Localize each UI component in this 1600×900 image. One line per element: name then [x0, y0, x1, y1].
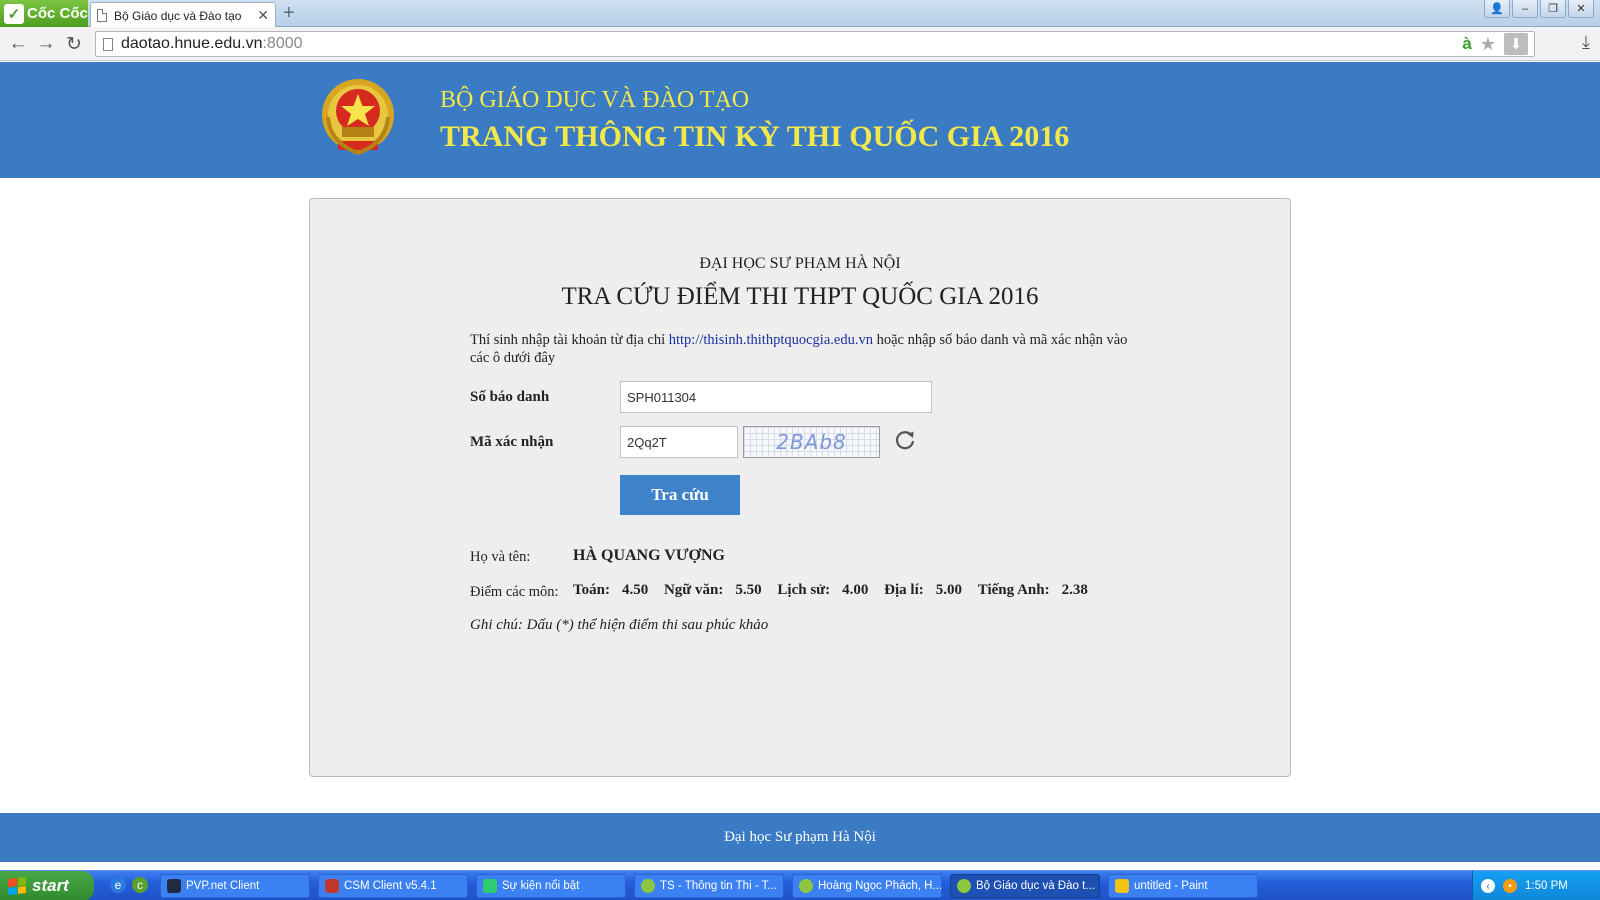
browser-brand-label: Cốc Cốc — [27, 5, 88, 22]
lookup-title: TRA CỨU ĐIỂM THI THPT QUỐC GIA 2016 — [561, 283, 1039, 310]
taskbar-item-label: Hoàng Ngọc Phách, H... — [818, 880, 942, 892]
close-window-icon[interactable]: ✕ — [1568, 0, 1594, 18]
system-tray: ‹ • 1:50 PM — [1472, 871, 1600, 900]
coccoc-window-icon — [641, 879, 655, 893]
page-info-icon — [103, 37, 113, 51]
start-label: start — [32, 876, 69, 895]
search-button[interactable]: Tra cứu — [620, 475, 740, 515]
captcha-image: 2BAb8 — [743, 426, 880, 458]
coccoc-quicklaunch-icon[interactable]: c — [132, 877, 148, 893]
scores-list: Toán: 4.50 Ngữ văn: 5.50 Lịch sử: 4.00 Địa … — [573, 582, 1100, 599]
tab-title: Bộ Giáo dục và Đào tạo — [114, 8, 242, 23]
taskbar-item[interactable]: Hoàng Ngọc Phách, H... — [792, 874, 942, 898]
taskbar-item-active[interactable]: Bộ Giáo dục và Đào t... — [950, 874, 1100, 898]
user-profile-icon[interactable]: 👤 — [1484, 0, 1510, 18]
coccoc-logo-icon: ✓ — [4, 3, 24, 24]
national-emblem-icon — [322, 79, 394, 156]
csm-client-icon — [325, 879, 339, 893]
captcha-label: Mã xác nhận — [470, 434, 554, 450]
ministry-name: BỘ GIÁO DỤC VÀ ĐÀO TẠO — [440, 87, 750, 113]
refresh-captcha-icon[interactable] — [892, 427, 918, 453]
page-footer: Đại học Sư phạm Hà Nội — [0, 813, 1600, 862]
taskbar-item[interactable]: CSM Client v5.4.1 — [318, 874, 468, 898]
tab-close-icon[interactable]: ✕ — [257, 7, 269, 24]
footer-text: Đại học Sư phạm Hà Nội — [724, 829, 876, 845]
windows-logo-icon — [8, 877, 26, 895]
coccoc-window-icon — [957, 879, 971, 893]
subject-name: Lịch sử: — [777, 582, 831, 598]
downloads-icon[interactable]: ⤓ — [1582, 32, 1590, 53]
tray-expand-icon[interactable]: ‹ — [1481, 879, 1495, 893]
restore-icon[interactable]: ❐ — [1540, 0, 1566, 18]
browser-toolbar: ← → ↻ daotao.hnue.edu.vn :8000 à ★ ⬇ ⤓ — [0, 27, 1600, 61]
score-item: Tiếng Anh: 2.38 — [978, 582, 1088, 598]
os-taskbar: start e c PVP.net Client CSM Client v5.4… — [0, 870, 1600, 900]
start-button[interactable]: start — [0, 871, 94, 900]
candidate-name: HÀ QUANG VƯỢNG — [573, 547, 725, 564]
url-port: :8000 — [262, 35, 303, 52]
scores-label: Điểm các môn: — [470, 584, 559, 600]
browser-tabbar: ✓ Cốc Cốc Bộ Giáo dục và Đào tạo ✕ + 👤 –… — [0, 0, 1600, 28]
site-title: TRANG THÔNG TIN KỲ THI QUỐC GIA 2016 — [440, 120, 1070, 153]
reload-icon[interactable]: ↻ — [62, 32, 86, 56]
page-icon — [97, 9, 107, 22]
browser-brand-logo[interactable]: ✓ Cốc Cốc — [0, 0, 88, 27]
forward-arrow-icon[interactable]: → — [34, 32, 58, 56]
university-name: ĐẠI HỌC SƯ PHẠM HÀ NỘI — [699, 255, 901, 272]
candidate-portal-link[interactable]: http://thisinh.thithptquocgia.edu.vn — [669, 332, 873, 348]
subject-name: Tiếng Anh: — [977, 582, 1050, 598]
bookmark-star-icon[interactable]: ★ — [1480, 34, 1496, 55]
minimize-icon[interactable]: – — [1512, 0, 1538, 18]
back-arrow-icon[interactable]: ← — [6, 32, 30, 56]
clock: 1:50 PM — [1525, 880, 1568, 892]
score-item: Ngữ văn: 5.50 — [664, 582, 762, 598]
taskbar-item[interactable]: PVP.net Client — [160, 874, 310, 898]
sbd-label: Số báo danh — [470, 389, 550, 405]
page-header: BỘ GIÁO DỤC VÀ ĐÀO TẠO TRANG THÔNG TIN K… — [0, 62, 1600, 178]
remark-note: Ghi chú: Dấu (*) thể hiện điểm thi sau p… — [470, 617, 769, 633]
taskbar-item-label: PVP.net Client — [186, 880, 260, 892]
league-icon — [167, 879, 181, 893]
subject-name: Ngữ văn: — [663, 582, 724, 598]
subject-score: 2.38 — [1061, 582, 1088, 598]
taskbar-item[interactable]: Sự kiện nổi bật — [476, 874, 626, 898]
vietnamese-input-icon[interactable]: à — [1462, 34, 1471, 54]
paint-icon — [1115, 879, 1129, 893]
taskbar-item-label: Bộ Giáo dục và Đào t... — [976, 880, 1095, 892]
url-host: daotao.hnue.edu.vn — [121, 35, 263, 52]
subject-score: 5.50 — [735, 582, 762, 598]
coccoc-window-icon — [799, 879, 813, 893]
subject-score: 4.00 — [842, 582, 869, 598]
taskbar-item-label: Sự kiện nổi bật — [502, 880, 580, 892]
score-item: Địa lí: 5.00 — [884, 582, 962, 598]
lookup-card: ĐẠI HỌC SƯ PHẠM HÀ NỘI TRA CỨU ĐIỂM THI … — [309, 198, 1291, 777]
taskbar-item-label: CSM Client v5.4.1 — [344, 880, 437, 892]
taskbar-item-label: TS - Thông tin Thi - T... — [660, 880, 777, 892]
score-item: Toán: 4.50 — [573, 582, 648, 598]
internet-explorer-icon[interactable]: e — [110, 877, 126, 893]
score-item: Lịch sử: 4.00 — [777, 582, 868, 598]
tray-app-icon[interactable]: • — [1503, 879, 1517, 893]
address-bar[interactable]: daotao.hnue.edu.vn :8000 à ★ ⬇ — [95, 31, 1535, 57]
captcha-input[interactable]: 2Qq2T — [620, 426, 738, 458]
taskbar-item[interactable]: untitled - Paint — [1108, 874, 1258, 898]
new-tab-icon[interactable]: + — [283, 2, 295, 25]
subject-score: 4.50 — [621, 582, 649, 598]
instruction-text: Thí sinh nhập tài khoản từ địa chỉ http:… — [470, 331, 1130, 367]
subject-score: 5.00 — [935, 582, 962, 598]
subject-name: Địa lí: — [884, 582, 924, 598]
window-controls: 👤 – ❐ ✕ — [1484, 0, 1594, 18]
instruction-pre: Thí sinh nhập tài khoản từ địa chỉ — [470, 332, 669, 348]
sbd-input[interactable]: SPH011304 — [620, 381, 932, 413]
taskbar-item-label: untitled - Paint — [1134, 880, 1208, 892]
subject-name: Toán: — [573, 582, 610, 598]
taskbar-item[interactable]: TS - Thông tin Thi - T... — [634, 874, 784, 898]
browser-tab-active[interactable]: Bộ Giáo dục và Đào tạo ✕ — [90, 2, 276, 28]
event-app-icon — [483, 879, 497, 893]
savior-download-icon[interactable]: ⬇ — [1504, 33, 1528, 55]
name-label: Họ và tên: — [470, 549, 531, 565]
